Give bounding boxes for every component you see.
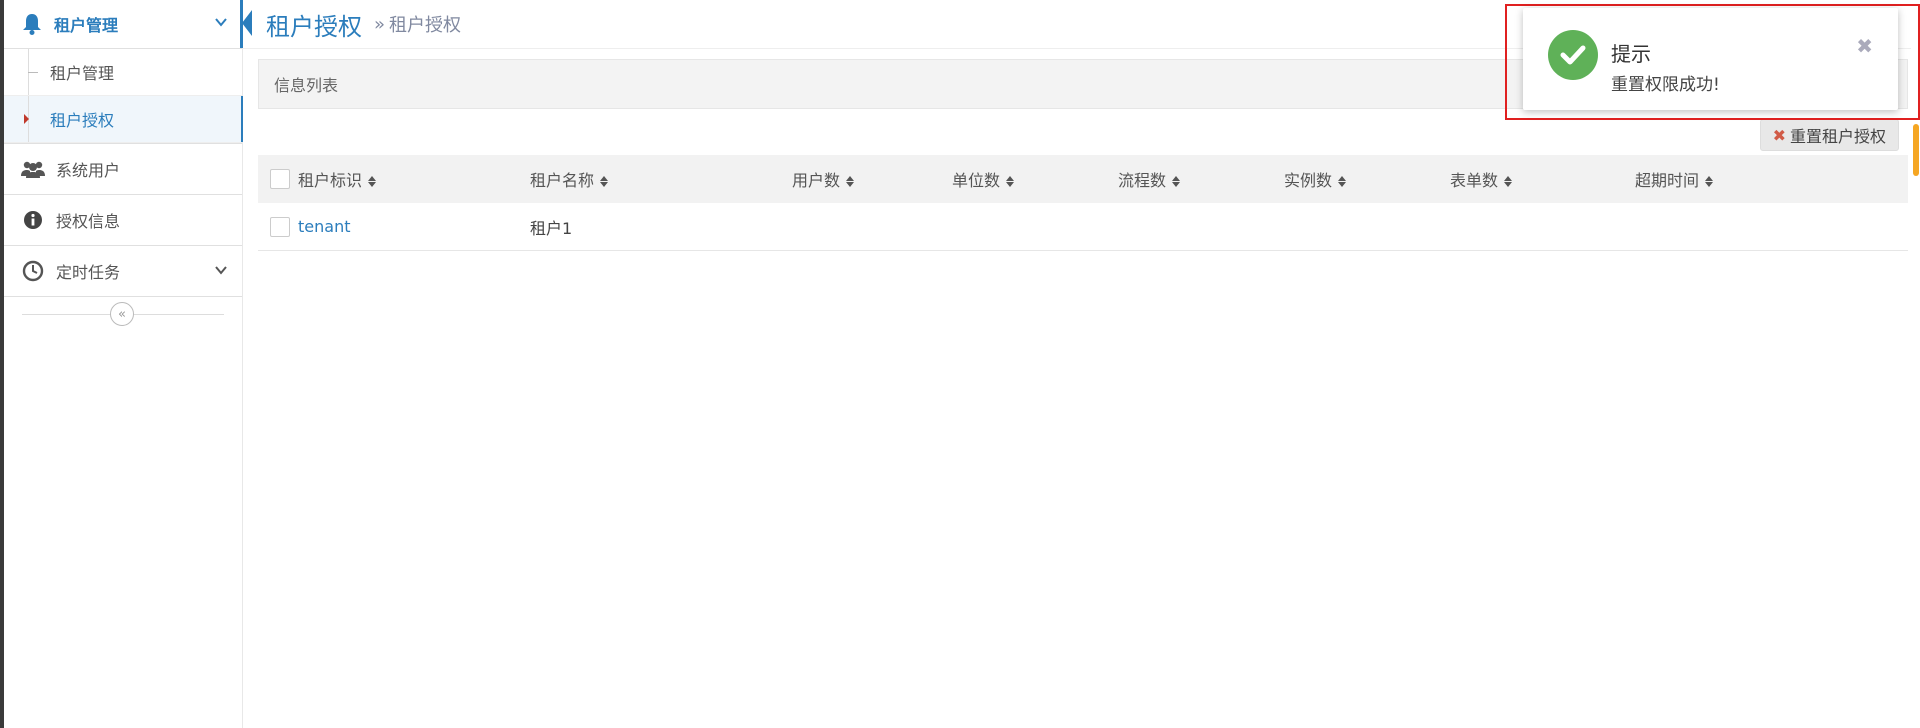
column-label: 用户数 <box>792 171 841 190</box>
sidebar-subitem-tenant-authorization[interactable]: 租户授权 <box>4 96 243 143</box>
sidebar-item-license-info[interactable]: 授权信息 <box>4 195 242 246</box>
column-header-tenant-id[interactable]: 租户标识 <box>298 155 530 203</box>
tenant-link[interactable]: tenant <box>298 217 350 236</box>
cell-instances <box>1284 203 1450 251</box>
submenu: 租户管理 租户授权 <box>4 49 243 144</box>
cell-tenant-name: 租户1 <box>530 203 792 251</box>
table-header-row: 租户标识 租户名称 用户数 单位数 流程数 实例数 表单数 超期时间 <box>258 155 1908 203</box>
double-chevron-left-icon: « <box>118 306 126 322</box>
sidebar-subitem-label: 租户授权 <box>50 111 115 130</box>
column-label: 实例数 <box>1284 171 1333 190</box>
sort-icon <box>368 176 377 187</box>
column-label: 租户标识 <box>298 171 363 190</box>
sort-icon <box>846 176 855 187</box>
cell-forms <box>1450 203 1635 251</box>
sort-icon <box>1705 176 1714 187</box>
toast-title: 提示 <box>1611 42 1651 66</box>
tenant-table: 租户标识 租户名称 用户数 单位数 流程数 实例数 表单数 超期时间 tenan… <box>258 155 1908 251</box>
check-circle-icon <box>1548 30 1598 80</box>
select-all-checkbox[interactable] <box>270 169 290 189</box>
header-select-cell <box>258 155 298 203</box>
column-label: 租户名称 <box>530 171 595 190</box>
column-header-expire[interactable]: 超期时间 <box>1635 155 1908 203</box>
column-header-units[interactable]: 单位数 <box>952 155 1118 203</box>
column-header-users[interactable]: 用户数 <box>792 155 952 203</box>
bell-icon <box>20 12 44 36</box>
app-window: 租户管理 租户管理 租户授权 系统用户 授权信息 定时任务 « 租户授权 » 租… <box>0 0 1920 728</box>
column-label: 表单数 <box>1450 171 1499 190</box>
users-icon <box>20 156 46 182</box>
reset-tenant-authorization-button[interactable]: ✖ 重置租户授权 <box>1759 119 1899 151</box>
reset-button-label: 重置租户授权 <box>1789 127 1886 146</box>
column-header-forms[interactable]: 表单数 <box>1450 155 1635 203</box>
table-row[interactable]: tenant 租户1 <box>258 203 1908 251</box>
column-header-flows[interactable]: 流程数 <box>1118 155 1284 203</box>
column-label: 流程数 <box>1118 171 1167 190</box>
sidebar-subitem-tenant-management[interactable]: 租户管理 <box>4 49 242 96</box>
sidebar-item-scheduled-tasks[interactable]: 定时任务 <box>4 246 242 297</box>
scrollbar-thumb[interactable] <box>1913 124 1919 176</box>
chevron-down-icon <box>214 262 228 281</box>
row-checkbox[interactable] <box>270 216 290 237</box>
chevron-down-icon <box>214 14 228 33</box>
sidebar-collapse-button[interactable]: « <box>110 302 134 326</box>
row-select-cell <box>258 203 298 251</box>
cell-tenant-id: tenant <box>298 203 530 251</box>
column-label: 单位数 <box>952 171 1001 190</box>
sidebar-collapse-row: « <box>4 297 242 331</box>
sidebar-group-label: 租户管理 <box>54 16 119 35</box>
column-header-instances[interactable]: 实例数 <box>1284 155 1450 203</box>
toast-notification: 提示 重置权限成功! ✖ <box>1523 8 1898 110</box>
sidebar-item-system-users[interactable]: 系统用户 <box>4 144 242 195</box>
cell-units <box>952 203 1118 251</box>
x-icon: ✖ <box>1772 125 1786 145</box>
breadcrumb-current: 租户授权 <box>389 15 462 36</box>
sort-icon <box>1338 176 1347 187</box>
sort-icon <box>600 176 609 187</box>
sidebar-item-label: 定时任务 <box>56 263 121 282</box>
sort-icon <box>1006 176 1015 187</box>
column-label: 超期时间 <box>1635 171 1700 190</box>
sort-icon <box>1172 176 1181 187</box>
info-circle-icon <box>20 207 46 233</box>
cell-expire <box>1635 203 1908 251</box>
clock-icon <box>20 258 46 284</box>
column-header-tenant-name[interactable]: 租户名称 <box>530 155 792 203</box>
page-title: 租户授权 <box>266 12 362 41</box>
tree-dash <box>28 71 38 73</box>
toast-message: 重置权限成功! <box>1611 75 1720 95</box>
sidebar-item-label: 授权信息 <box>56 212 121 231</box>
close-icon[interactable]: ✖ <box>1856 34 1873 58</box>
breadcrumb-separator: » <box>374 13 386 35</box>
sidebar-subitem-label: 租户管理 <box>50 64 115 83</box>
sidebar-item-label: 系统用户 <box>56 161 121 180</box>
cell-users <box>792 203 952 251</box>
cell-flows <box>1118 203 1284 251</box>
caret-right-icon <box>24 114 29 124</box>
sidebar: 租户管理 租户管理 租户授权 系统用户 授权信息 定时任务 « <box>4 0 252 728</box>
panel-title: 信息列表 <box>274 76 339 95</box>
sort-icon <box>1504 176 1513 187</box>
sidebar-group-tenant-management[interactable]: 租户管理 <box>4 0 252 49</box>
